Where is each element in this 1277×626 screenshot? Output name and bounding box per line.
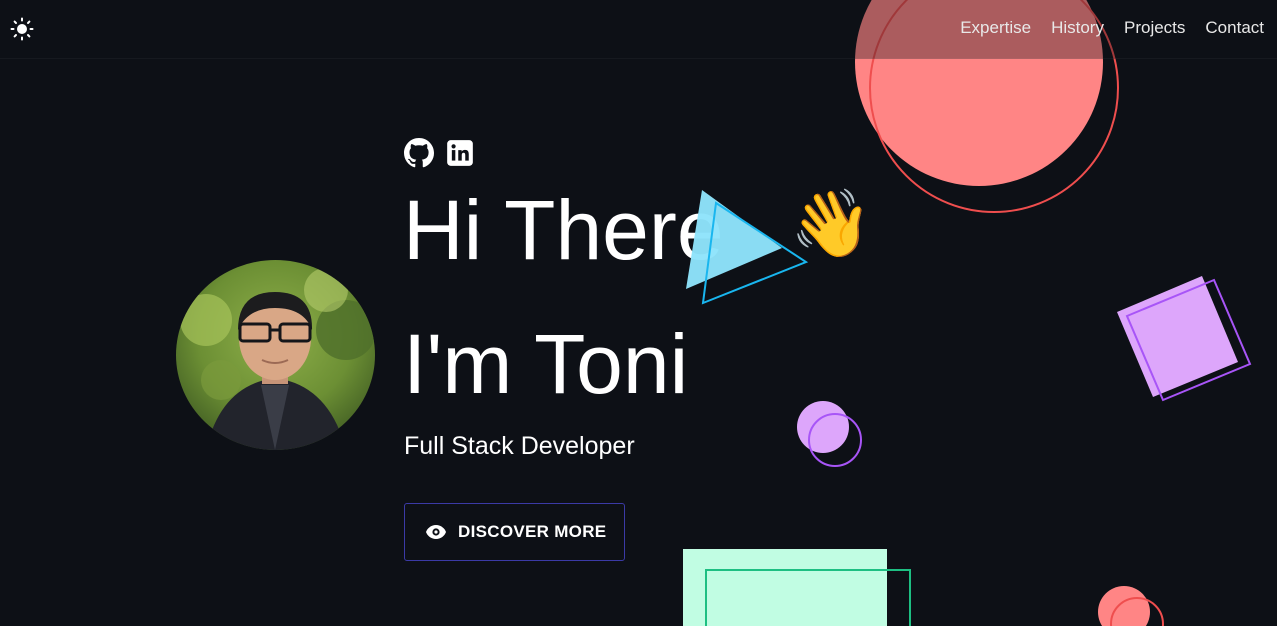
- purple-circle-shape: [797, 401, 849, 453]
- top-navbar: Expertise History Projects Contact: [0, 0, 1277, 59]
- hero-greeting: Hi There: [403, 183, 724, 277]
- decorative-shapes: [683, 0, 1252, 626]
- waving-hand-icon: 👋: [790, 186, 873, 260]
- main-nav: Expertise History Projects Contact: [960, 18, 1264, 38]
- nav-item-projects[interactable]: Projects: [1124, 18, 1185, 38]
- nav-item-history[interactable]: History: [1051, 18, 1104, 38]
- mint-rect-shape: [683, 549, 887, 626]
- nav-item-contact[interactable]: Contact: [1205, 18, 1264, 38]
- small-coral-circle-shape: [1098, 586, 1150, 626]
- theme-toggle-button[interactable]: [10, 17, 34, 41]
- nav-item-expertise[interactable]: Expertise: [960, 18, 1031, 38]
- hero-name: I'm Toni: [403, 317, 689, 411]
- sun-icon: [10, 17, 34, 41]
